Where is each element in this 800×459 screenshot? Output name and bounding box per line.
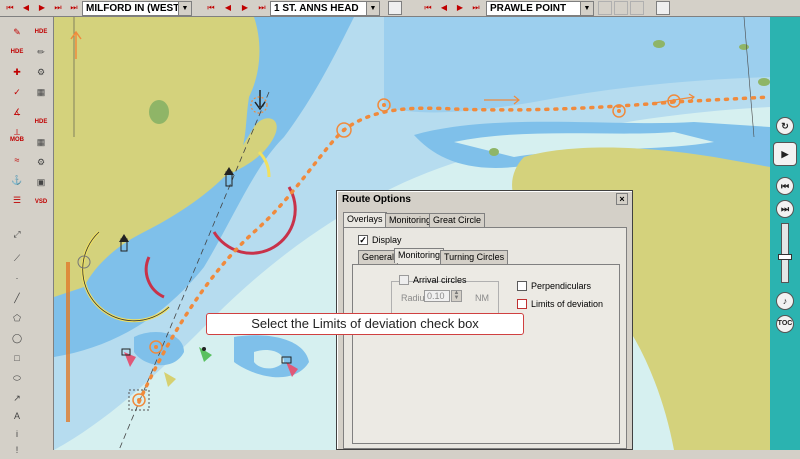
playback-panel: ↻ ▶ ⏮ ⏭ ♪ TOC (770, 17, 800, 450)
timeline-slider[interactable] (778, 223, 792, 283)
next-chart-icon[interactable]: ▶ (36, 1, 48, 15)
chevron-down-icon[interactable]: ▼ (580, 2, 593, 15)
ellipse-icon[interactable]: ⬭ (8, 369, 26, 387)
volume-icon[interactable]: ♪ (776, 292, 794, 310)
camera-icon[interactable] (598, 1, 612, 15)
first-chart-icon[interactable]: ⏮ (4, 1, 16, 15)
rewind-icon[interactable]: ⏮ (776, 177, 794, 195)
vsd-button[interactable]: VSD (32, 193, 50, 211)
pencil-icon[interactable]: ✏ (32, 43, 50, 61)
line-icon[interactable]: ╱ (8, 289, 26, 307)
grid-icon[interactable]: ▦ (32, 83, 50, 101)
route-check-icon[interactable]: ✓ (8, 83, 26, 101)
route-edit-icon[interactable]: ✎ (8, 23, 26, 41)
subtab-general[interactable]: General (358, 250, 399, 264)
last-chart-icon[interactable]: ⏭ (52, 1, 64, 15)
tide-grid-icon[interactable] (388, 1, 402, 15)
port-grid-icon[interactable] (656, 1, 670, 15)
overlays-panel: ✓ Display General Monitoring Turning Cir… (343, 227, 627, 449)
perpendiculars-checkbox[interactable] (517, 281, 527, 291)
tab-monitoring[interactable]: Monitoring (385, 213, 436, 227)
chart-select-1-value: MILFORD IN (WEST) (86, 3, 183, 14)
circle-icon[interactable]: ◯ (8, 329, 26, 347)
tide-select[interactable]: 1 ST. ANNS HEAD ▼ (270, 1, 380, 16)
chevron-down-icon[interactable]: ▼ (178, 2, 191, 15)
mob-button[interactable]: MOB (8, 131, 26, 149)
next-tide-icon[interactable]: ▶ (239, 1, 251, 15)
display-label: Display (372, 235, 402, 245)
track-icon[interactable]: ≈ (8, 151, 26, 169)
point-icon[interactable]: · (8, 269, 26, 287)
next-port-icon[interactable]: ▶ (454, 1, 466, 15)
prev-port-icon[interactable]: ◀ (438, 1, 450, 15)
arrival-circles-checkbox[interactable] (399, 275, 409, 285)
tab-overlays[interactable]: Overlays (343, 212, 387, 227)
play-icon[interactable]: ▶ (773, 142, 797, 166)
subtab-monitoring[interactable]: Monitoring (394, 248, 445, 263)
alert-icon[interactable]: ! (8, 441, 26, 459)
toolbar-group-1: ⏮ ◀ ▶ ⏭ ⏭ MILFORD IN (WEST) ▼ (0, 0, 200, 17)
radius-stepper[interactable]: ▲ ▼ (451, 290, 462, 302)
radius-input[interactable]: 0.10 (424, 290, 450, 302)
subtab-turning-circles[interactable]: Turning Circles (440, 250, 509, 264)
port-select-value: PRAWLE POINT (490, 3, 567, 14)
camera-icon-2[interactable] (614, 1, 628, 15)
dialog-title-bar[interactable]: Route Options × (339, 193, 630, 206)
hde-button[interactable]: HDE (8, 43, 26, 61)
forward-icon[interactable]: ⏭ (776, 200, 794, 218)
limits-of-deviation-checkbox[interactable] (517, 299, 527, 309)
waypoint-icon[interactable]: ✚ (8, 63, 26, 81)
layers-icon[interactable]: ☰ (8, 191, 26, 209)
settings-icon-2[interactable]: ⚙ (32, 153, 50, 171)
dialog-title: Route Options (342, 194, 411, 205)
tab-great-circle[interactable]: Great Circle (429, 213, 486, 227)
prev-chart-icon[interactable]: ◀ (20, 1, 32, 15)
square-icon[interactable]: □ (8, 349, 26, 367)
tools-sidebar: ✎ HDE ✚ ✓ ∡ ⟂ MOB ≈ ⚓ ☰ HDE ✏ ⚙ ▦ HDE ▦ … (0, 17, 54, 455)
text-tool-icon[interactable]: A (8, 407, 26, 425)
timeline-slider-thumb[interactable] (778, 254, 792, 260)
first-tide-icon[interactable]: ⏮ (205, 1, 217, 15)
polygon-icon[interactable]: ⬠ (8, 309, 26, 327)
hde-button-2[interactable]: HDE (32, 23, 50, 41)
radius-unit: NM (475, 293, 489, 303)
chart-toolbar: ⏮ ◀ ▶ ⏭ ⏭ MILFORD IN (WEST) ▼ ⏮ ◀ ▶ ⏭ 1 … (0, 0, 800, 17)
polyline-icon[interactable]: ⟋ (8, 249, 26, 267)
settings-icon[interactable]: ⚙ (32, 63, 50, 81)
hde-button-3[interactable]: HDE (32, 113, 50, 131)
tide-select-value: 1 ST. ANNS HEAD (274, 3, 359, 14)
close-icon[interactable]: × (616, 193, 628, 205)
last-tide-icon[interactable]: ⏭ (256, 1, 268, 15)
monitoring-subpanel: Arrival circles Radius NM Perpendiculars… (352, 264, 620, 444)
instruction-callout: Select the Limits of deviation check box (206, 313, 524, 335)
perpendiculars-label: Perpendiculars (531, 281, 592, 291)
camera-icon-3[interactable] (630, 1, 644, 15)
chevron-down-icon[interactable]: ▼ (366, 2, 379, 15)
anchor-icon[interactable]: ⚓ (8, 171, 26, 189)
arrow-tool-icon[interactable]: ↗ (8, 389, 26, 407)
draw-line-icon[interactable]: ⤢ (8, 225, 26, 243)
arrival-circles-label: Arrival circles (413, 275, 467, 285)
toc-button[interactable]: TOC (776, 315, 794, 333)
pager-icon[interactable]: ⏭ (68, 1, 80, 15)
first-port-icon[interactable]: ⏮ (422, 1, 434, 15)
display-checkbox[interactable]: ✓ (358, 235, 368, 245)
prev-tide-icon[interactable]: ◀ (222, 1, 234, 15)
chart-select-1[interactable]: MILFORD IN (WEST) ▼ (82, 1, 192, 16)
limits-of-deviation-label: Limits of deviation (531, 299, 604, 309)
last-port-icon[interactable]: ⏭ (470, 1, 482, 15)
grid-icon-2[interactable]: ▦ (32, 133, 50, 151)
port-select[interactable]: PRAWLE POINT ▼ (486, 1, 594, 16)
monitor-icon[interactable]: ▣ (32, 173, 50, 191)
measure-icon[interactable]: ∡ (8, 103, 26, 121)
refresh-icon[interactable]: ↻ (776, 117, 794, 135)
toolbar-group-3: ⏮ ◀ ▶ ⏭ PRAWLE POINT ▼ (410, 0, 680, 17)
toolbar-group-2: ⏮ ◀ ▶ ⏭ 1 ST. ANNS HEAD ▼ (200, 0, 410, 17)
